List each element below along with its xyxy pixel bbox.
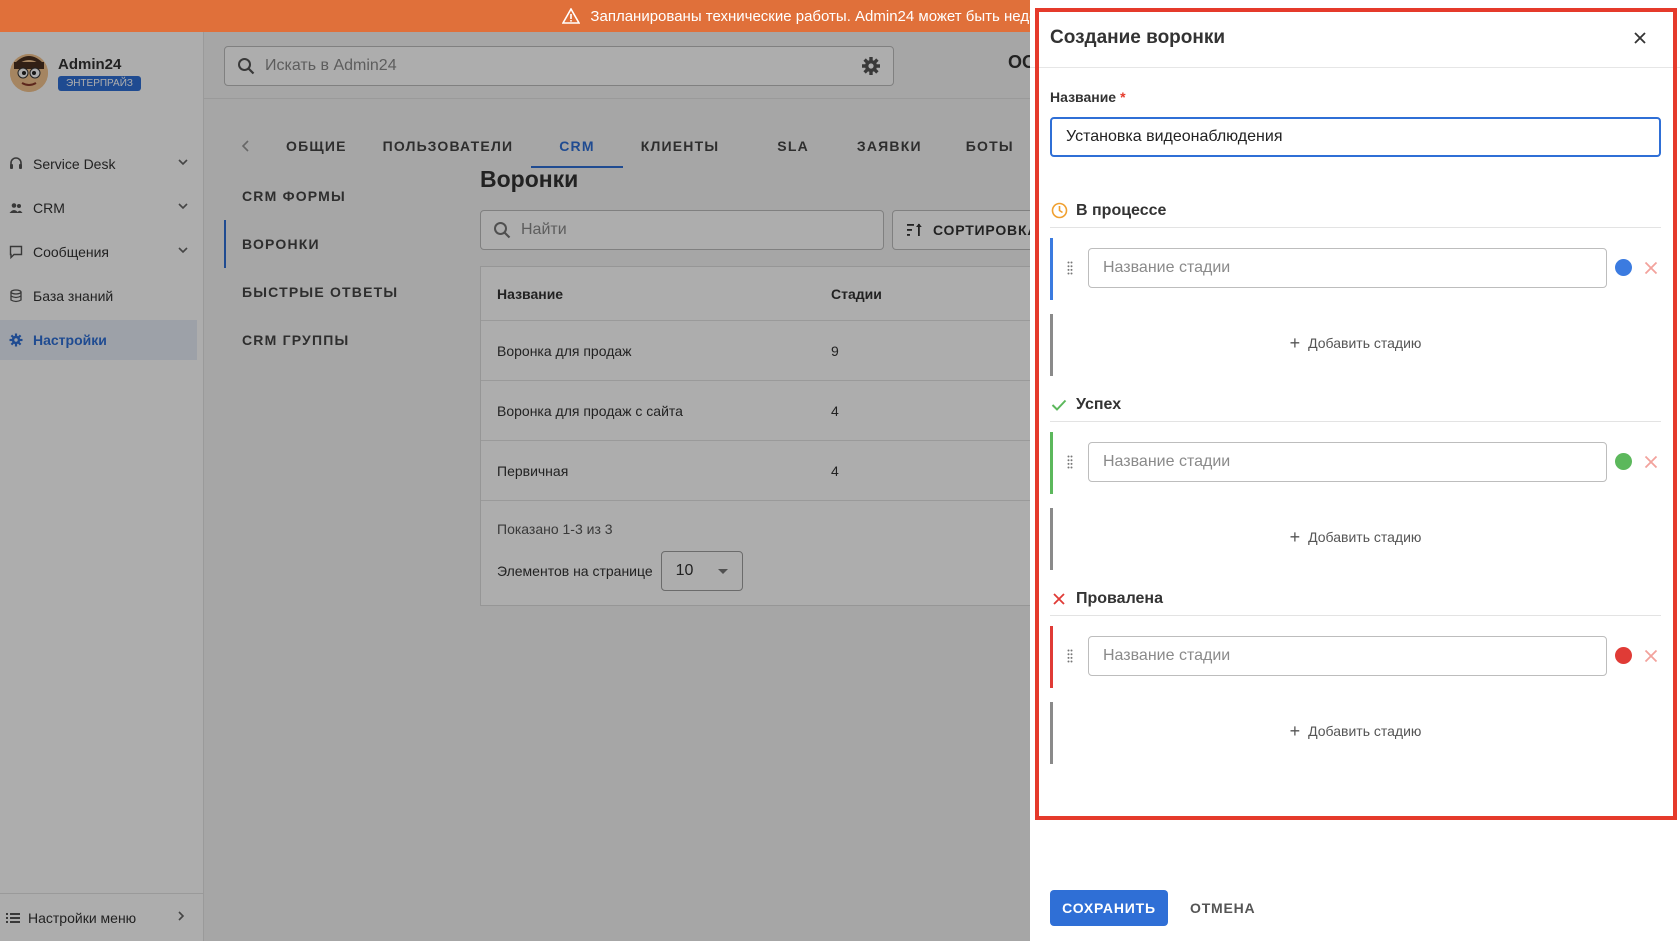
drawer-actions: СОХРАНИТЬ ОТМЕНА xyxy=(1050,890,1255,926)
drawer-title: Создание воронки xyxy=(1050,26,1226,48)
group-header: Провалена xyxy=(1050,586,1661,616)
warning-icon xyxy=(562,8,581,24)
plus-icon: + xyxy=(1289,721,1301,741)
stage-color-picker[interactable] xyxy=(1615,259,1632,276)
save-button[interactable]: СОХРАНИТЬ xyxy=(1050,890,1168,926)
drawer-header: Создание воронки xyxy=(1030,8,1680,68)
label-text: Название xyxy=(1050,89,1117,105)
stage-color-picker[interactable] xyxy=(1615,647,1632,664)
stage-color-bar xyxy=(1050,626,1053,688)
add-stage-button[interactable]: + Добавить стадию xyxy=(1050,722,1661,740)
add-stage-row: + Добавить стадию xyxy=(1050,508,1661,570)
add-stage-button[interactable]: + Добавить стадию xyxy=(1050,334,1661,352)
group-header: В процессе xyxy=(1050,198,1661,228)
stage-color-bar xyxy=(1050,238,1053,300)
drag-handle-icon[interactable] xyxy=(1066,259,1074,277)
remove-stage-icon[interactable] xyxy=(1642,647,1660,665)
stage-group-success: Успех + Добавить стадию xyxy=(1050,392,1661,570)
stage-name-input[interactable] xyxy=(1088,442,1607,482)
funnel-name-label: Название * xyxy=(1050,89,1126,105)
drag-handle-icon[interactable] xyxy=(1066,453,1074,471)
group-header: Успех xyxy=(1050,392,1661,422)
stage-name-input[interactable] xyxy=(1088,636,1607,676)
cross-icon xyxy=(1050,590,1068,608)
remove-stage-icon[interactable] xyxy=(1642,259,1660,277)
modal-backdrop[interactable] xyxy=(0,32,1030,941)
group-title: В процессе xyxy=(1076,201,1167,219)
stage-row xyxy=(1050,238,1661,300)
stage-name-input[interactable] xyxy=(1088,248,1607,288)
add-stage-row: + Добавить стадию xyxy=(1050,314,1661,376)
add-stage-label: Добавить стадию xyxy=(1308,335,1422,351)
stage-color-picker[interactable] xyxy=(1615,453,1632,470)
add-stage-label: Добавить стадию xyxy=(1308,723,1422,739)
stage-row xyxy=(1050,626,1661,688)
group-title: Успех xyxy=(1076,395,1122,413)
add-stage-row: + Добавить стадию xyxy=(1050,702,1661,764)
plus-icon: + xyxy=(1289,527,1301,547)
required-marker: * xyxy=(1120,89,1126,105)
close-icon[interactable] xyxy=(1630,28,1650,48)
add-stage-label: Добавить стадию xyxy=(1308,529,1422,545)
plus-icon: + xyxy=(1289,333,1301,353)
stage-group-failed: Провалена + Добавить стадию xyxy=(1050,586,1661,764)
stage-color-bar xyxy=(1050,432,1053,494)
clock-icon xyxy=(1050,202,1068,220)
check-icon xyxy=(1050,396,1068,414)
cancel-button[interactable]: ОТМЕНА xyxy=(1190,900,1255,916)
add-stage-button[interactable]: + Добавить стадию xyxy=(1050,528,1661,546)
funnel-name-input[interactable] xyxy=(1050,117,1661,157)
stage-group-in-progress: В процессе + Добавить стадию xyxy=(1050,198,1661,376)
drag-handle-icon[interactable] xyxy=(1066,647,1074,665)
group-title: Провалена xyxy=(1076,589,1163,607)
remove-stage-icon[interactable] xyxy=(1642,453,1660,471)
stage-row xyxy=(1050,432,1661,494)
